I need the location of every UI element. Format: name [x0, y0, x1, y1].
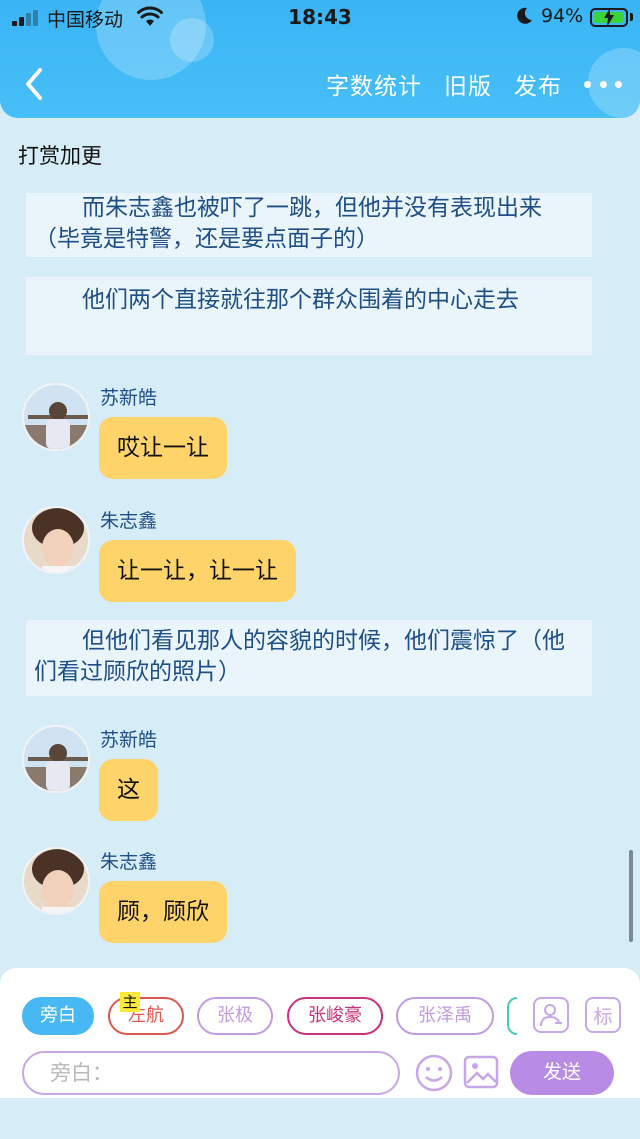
bottom-strip — [0, 1098, 640, 1139]
message-bubble[interactable]: 顾，顾欣 — [99, 881, 227, 943]
message-bubble[interactable]: 让一让，让一让 — [99, 540, 296, 602]
chat-message: 苏新皓 这 — [22, 725, 622, 825]
publish-button[interactable]: 发布 — [514, 67, 562, 101]
composer-panel: 旁白 左航 主 张极 张峻豪 张泽禹 标 发送 — [0, 968, 640, 1098]
narration-block[interactable]: 但他们看见那人的容貌的时候，他们震惊了（他们看过顾欣的照片） — [26, 620, 592, 696]
battery-icon — [590, 8, 628, 27]
role-chip[interactable]: 张泽禹 — [396, 997, 494, 1035]
chat-message: 苏新皓 哎让一让 — [22, 383, 622, 483]
image-icon[interactable] — [462, 1053, 500, 1091]
avatar[interactable] — [22, 847, 90, 915]
message-bubble[interactable]: 哎让一让 — [99, 417, 227, 479]
message-input[interactable] — [22, 1051, 400, 1095]
role-chip[interactable]: 张极 — [197, 997, 273, 1035]
mark-button[interactable]: 标 — [585, 997, 621, 1033]
word-count-button[interactable]: 字数统计 — [326, 67, 422, 101]
message-bubble[interactable]: 这 — [99, 759, 158, 821]
old-version-button[interactable]: 旧版 — [444, 67, 492, 101]
sender-name: 朱志鑫 — [100, 851, 158, 873]
role-selector: 旁白 左航 主 张极 张峻豪 张泽禹 标 — [22, 992, 622, 1035]
sender-name: 苏新皓 — [100, 387, 158, 409]
narration-block[interactable]: 他们两个直接就往那个群众围着的中心走去 — [26, 277, 592, 355]
sender-name: 苏新皓 — [100, 729, 158, 751]
role-chip-narrator[interactable]: 旁白 — [22, 997, 94, 1035]
send-button[interactable]: 发送 — [510, 1051, 614, 1095]
role-chip[interactable]: 张峻豪 — [287, 997, 383, 1035]
avatar[interactable] — [22, 506, 90, 574]
back-button[interactable] — [18, 64, 54, 104]
battery-percent: 94% — [541, 5, 584, 27]
chevron-left-icon — [26, 68, 42, 100]
avatar[interactable] — [22, 383, 90, 451]
scrollbar[interactable] — [629, 850, 633, 942]
chat-message: 朱志鑫 顾，顾欣 — [22, 847, 622, 947]
input-row: 发送 — [22, 1051, 622, 1095]
chat-message: 朱志鑫 让一让，让一让 — [22, 506, 622, 606]
app-header: 中国移动 18:43 94% 字数统计 旧版 发布 — [0, 0, 640, 118]
more-dots-icon[interactable] — [584, 66, 622, 102]
sender-name: 朱志鑫 — [100, 510, 158, 532]
host-badge: 主 — [120, 992, 140, 1012]
role-chip-partial[interactable] — [507, 997, 517, 1035]
chapter-title[interactable]: 打赏加更 — [18, 140, 102, 170]
avatar[interactable] — [22, 725, 90, 793]
status-bar: 中国移动 18:43 94% — [0, 0, 640, 36]
add-role-icon[interactable] — [533, 997, 569, 1033]
battery-tip — [630, 13, 633, 21]
header-actions: 字数统计 旧版 发布 — [326, 66, 622, 102]
narration-block[interactable]: 而朱志鑫也被吓了一跳，但他并没有表现出来（毕竟是特警，还是要点面子的） — [26, 193, 592, 257]
emoji-icon[interactable] — [414, 1053, 454, 1093]
moon-icon — [517, 7, 532, 24]
